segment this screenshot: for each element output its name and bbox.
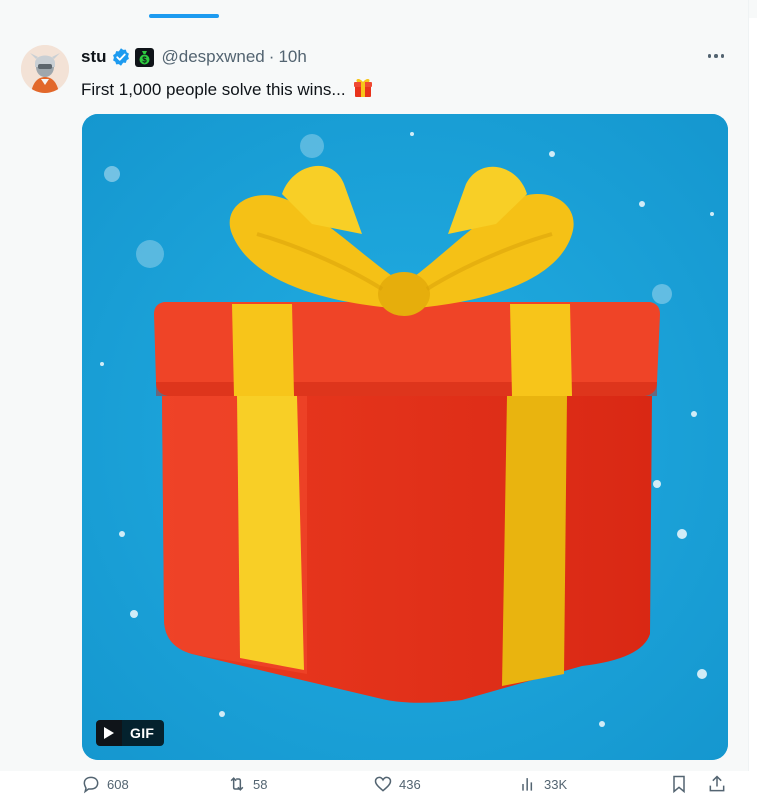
views-button[interactable]: 33K [518,774,567,794]
meta-separator: · [268,47,275,66]
author-name[interactable]: stu [81,47,107,67]
like-count: 436 [399,776,421,792]
gif-label: GIF [122,720,165,746]
post-header: stu $ @despxwned · 10h [81,46,307,68]
verified-badge-icon[interactable] [111,47,131,67]
gif-badge[interactable]: GIF [96,720,165,746]
like-button[interactable]: 436 [373,774,421,794]
repost-icon [230,777,244,791]
column-divider [748,0,749,771]
svg-text:$: $ [142,55,147,64]
bookmark-button[interactable] [669,774,689,794]
share-button[interactable] [707,774,727,794]
post-media-gif[interactable] [82,114,728,760]
reply-button[interactable]: 608 [81,774,129,794]
post-text-content: First 1,000 people solve this wins... [81,79,346,99]
reply-icon [83,776,99,794]
like-icon [374,776,392,792]
wrapped-gift-icon [352,76,374,103]
repost-button[interactable]: 58 [227,774,267,794]
action-bar: 608 58 436 33K [81,774,731,794]
post-timestamp[interactable]: 10h [278,47,306,67]
bookmark-icon [673,775,685,794]
post-text: First 1,000 people solve this wins... [81,76,374,103]
timeline-frame: stu $ @despxwned · 10h First 1,000 peopl… [0,0,757,794]
author-handle[interactable]: @despxwned [162,47,265,67]
top-bar [0,0,757,18]
repost-count: 58 [253,776,268,792]
reply-count: 608 [107,776,129,792]
affiliate-badge-icon[interactable]: $ [134,47,154,67]
share-icon [709,775,725,792]
avatar[interactable] [21,45,69,93]
play-icon[interactable] [96,720,122,746]
views-count: 33K [544,776,568,792]
post-card[interactable]: stu $ @despxwned · 10h First 1,000 peopl… [0,18,748,794]
more-options-icon[interactable] [705,46,727,66]
gift-box-image [82,114,728,760]
views-icon [522,778,533,791]
avatar-image [21,45,69,93]
